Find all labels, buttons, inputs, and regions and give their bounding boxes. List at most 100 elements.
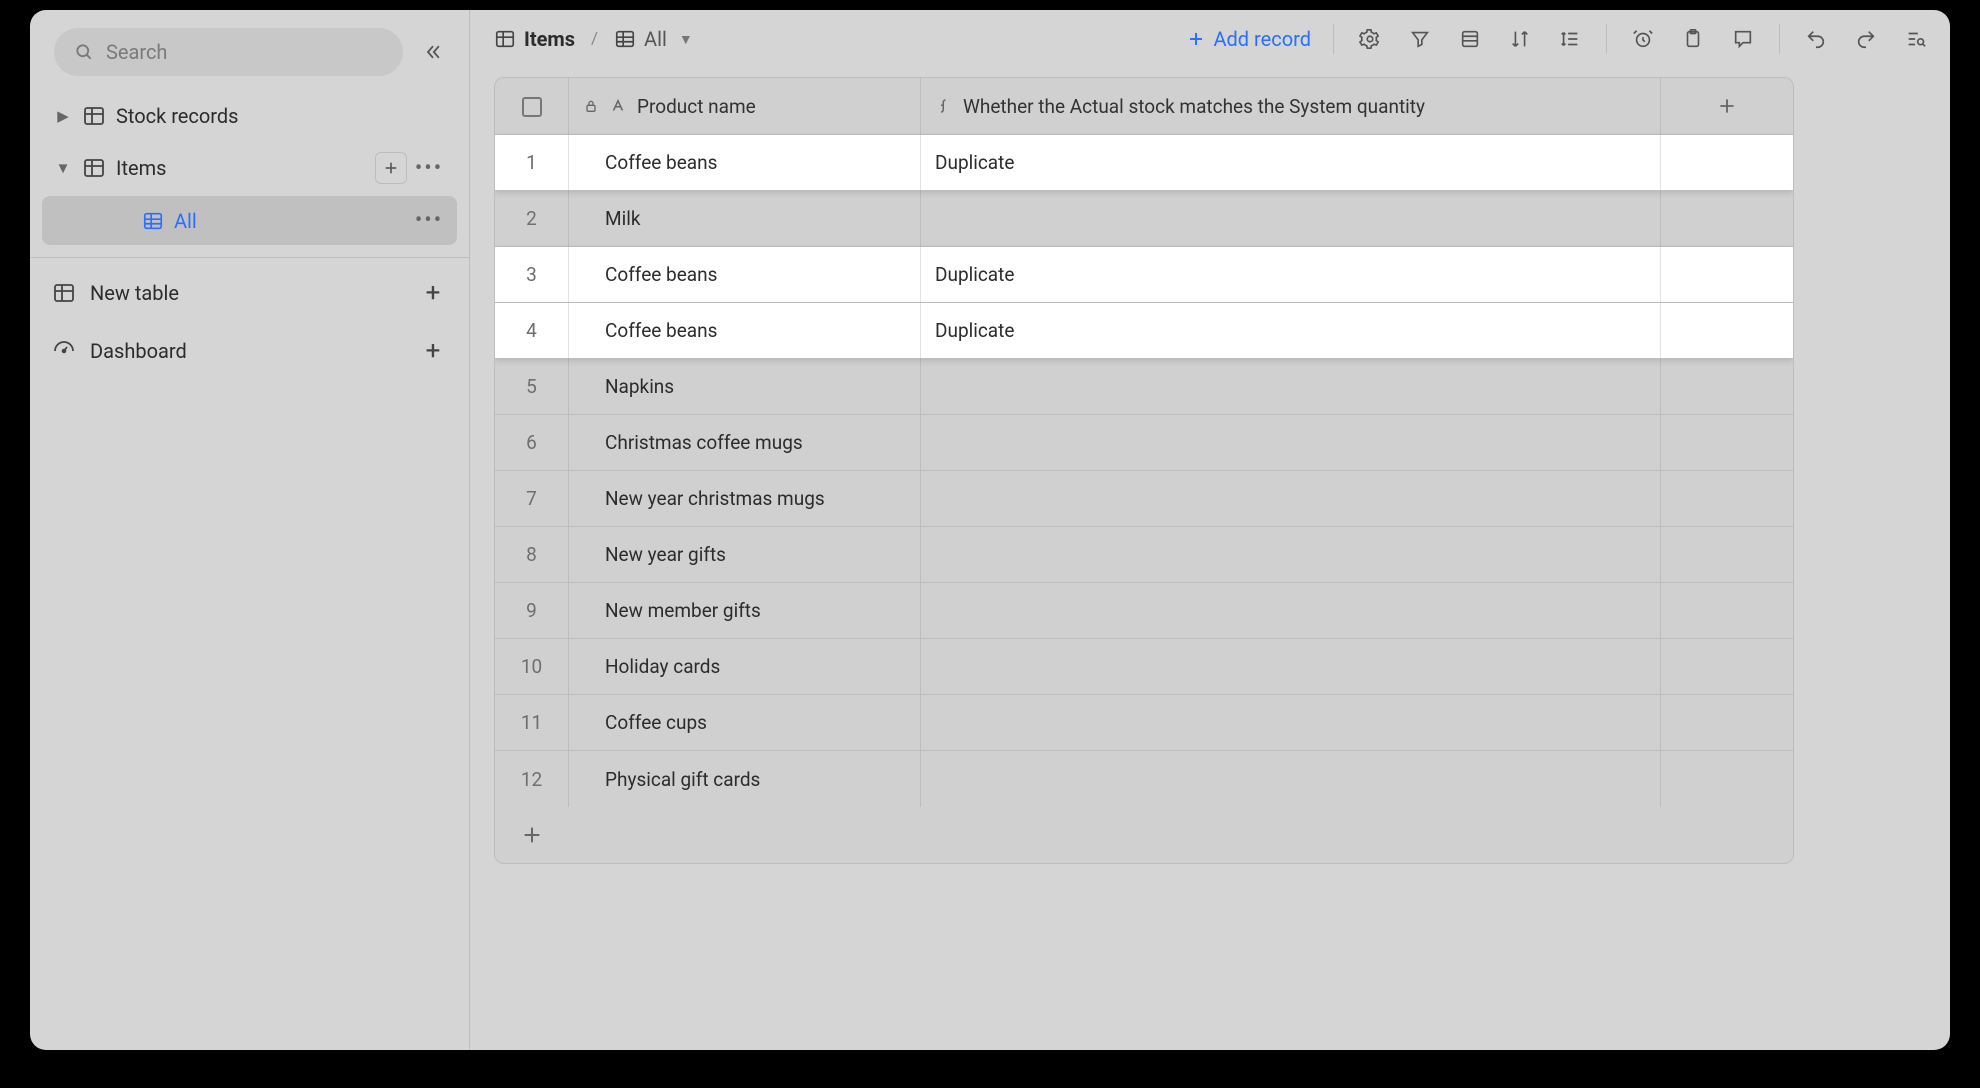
- table-row[interactable]: 9New member gifts: [495, 583, 1793, 639]
- cell-product-name[interactable]: Milk: [569, 191, 921, 246]
- table-row[interactable]: 4Coffee beansDuplicate: [495, 303, 1793, 359]
- cell-product-name[interactable]: Coffee beans: [569, 135, 921, 190]
- cell-stock-match[interactable]: [921, 751, 1661, 807]
- cell-empty: [1661, 695, 1793, 750]
- breadcrumb-view-label: All: [644, 27, 667, 51]
- cell-product-name[interactable]: Coffee beans: [569, 247, 921, 302]
- cell-product-name[interactable]: Coffee cups: [569, 695, 921, 750]
- grid-header: Product name Whether the Actual stock ma…: [495, 78, 1793, 135]
- add-record-label: Add record: [1213, 27, 1311, 51]
- cell-product-name[interactable]: Napkins: [569, 359, 921, 414]
- breadcrumb-table[interactable]: Items: [494, 27, 575, 51]
- find-button[interactable]: [1902, 25, 1930, 53]
- chevron-down-icon: ▼: [54, 159, 72, 177]
- sidebar-item-items[interactable]: ▼ Items •••: [42, 140, 457, 196]
- cell-product-name[interactable]: Holiday cards: [569, 639, 921, 694]
- undo-button[interactable]: [1802, 25, 1830, 53]
- sidebar: Search ▶ Stock records ▼ Items: [30, 10, 470, 1050]
- row-number: 12: [495, 751, 569, 807]
- chevron-down-icon: ▼: [679, 31, 693, 48]
- clipboard-button[interactable]: [1679, 25, 1707, 53]
- formula-field-icon: [935, 97, 953, 115]
- reminder-button[interactable]: [1629, 25, 1657, 53]
- add-row-button[interactable]: [495, 807, 1793, 863]
- main-panel: Items / All ▼ Add record: [470, 10, 1950, 1050]
- cell-stock-match[interactable]: [921, 695, 1661, 750]
- column-header-stock-match[interactable]: Whether the Actual stock matches the Sys…: [921, 78, 1661, 134]
- table-row[interactable]: 5Napkins: [495, 359, 1793, 415]
- row-number: 5: [495, 359, 569, 414]
- app-window: Search ▶ Stock records ▼ Items: [30, 10, 1950, 1050]
- table-icon: [494, 28, 516, 50]
- row-number: 7: [495, 471, 569, 526]
- cell-stock-match[interactable]: Duplicate: [921, 247, 1661, 302]
- more-options-button[interactable]: •••: [413, 208, 445, 233]
- collapse-sidebar-button[interactable]: [413, 32, 453, 72]
- cell-stock-match[interactable]: [921, 359, 1661, 414]
- cell-stock-match[interactable]: [921, 639, 1661, 694]
- cell-stock-match[interactable]: [921, 191, 1661, 246]
- cell-empty: [1661, 583, 1793, 638]
- breadcrumb-view[interactable]: All ▼: [614, 27, 693, 51]
- plus-icon: +: [419, 336, 447, 366]
- cell-stock-match[interactable]: [921, 471, 1661, 526]
- cell-stock-match[interactable]: Duplicate: [921, 135, 1661, 190]
- cell-stock-match[interactable]: [921, 415, 1661, 470]
- table-row[interactable]: 10Holiday cards: [495, 639, 1793, 695]
- cell-product-name[interactable]: New year gifts: [569, 527, 921, 582]
- redo-button[interactable]: [1852, 25, 1880, 53]
- add-record-button[interactable]: Add record: [1187, 27, 1311, 51]
- grid-view-icon: [142, 210, 164, 232]
- settings-button[interactable]: [1356, 25, 1384, 53]
- checkbox-icon: [522, 97, 542, 117]
- sidebar-view-all[interactable]: All •••: [42, 196, 457, 245]
- cell-empty: [1661, 247, 1793, 302]
- column-header-product-name[interactable]: Product name: [569, 78, 921, 134]
- cell-product-name[interactable]: New member gifts: [569, 583, 921, 638]
- row-height-button[interactable]: [1556, 25, 1584, 53]
- table-row[interactable]: 7New year christmas mugs: [495, 471, 1793, 527]
- comment-button[interactable]: [1729, 25, 1757, 53]
- row-number: 4: [495, 303, 569, 358]
- table-row[interactable]: 6Christmas coffee mugs: [495, 415, 1793, 471]
- row-number: 8: [495, 527, 569, 582]
- cell-stock-match[interactable]: Duplicate: [921, 303, 1661, 358]
- cell-product-name[interactable]: Christmas coffee mugs: [569, 415, 921, 470]
- table-row[interactable]: 11Coffee cups: [495, 695, 1793, 751]
- more-options-button[interactable]: •••: [413, 156, 445, 181]
- sort-button[interactable]: [1506, 25, 1534, 53]
- cell-empty: [1661, 639, 1793, 694]
- filter-button[interactable]: [1406, 25, 1434, 53]
- cell-empty: [1661, 303, 1793, 358]
- table-row[interactable]: 1Coffee beansDuplicate: [495, 135, 1793, 191]
- row-number: 10: [495, 639, 569, 694]
- add-column-button[interactable]: [1661, 78, 1793, 134]
- table-row[interactable]: 3Coffee beansDuplicate: [495, 247, 1793, 303]
- cell-stock-match[interactable]: [921, 527, 1661, 582]
- sidebar-item-stock-records[interactable]: ▶ Stock records: [42, 92, 457, 140]
- breadcrumb-separator: /: [591, 29, 598, 49]
- chevron-right-icon: ▶: [54, 107, 72, 125]
- table-icon: [82, 104, 106, 128]
- cell-empty: [1661, 471, 1793, 526]
- sidebar-item-label: Items: [116, 156, 166, 180]
- row-number: 11: [495, 695, 569, 750]
- row-number: 2: [495, 191, 569, 246]
- cell-empty: [1661, 751, 1793, 807]
- toolbar: Items / All ▼ Add record: [470, 10, 1950, 69]
- dashboard-action[interactable]: Dashboard +: [30, 322, 469, 380]
- cell-product-name[interactable]: Coffee beans: [569, 303, 921, 358]
- add-view-button[interactable]: [375, 152, 407, 184]
- row-number: 1: [495, 135, 569, 190]
- select-all-cell[interactable]: [495, 78, 569, 134]
- cell-stock-match[interactable]: [921, 583, 1661, 638]
- row-number: 6: [495, 415, 569, 470]
- cell-product-name[interactable]: New year christmas mugs: [569, 471, 921, 526]
- table-row[interactable]: 2Milk: [495, 191, 1793, 247]
- new-table-action[interactable]: New table +: [30, 264, 469, 322]
- cell-product-name[interactable]: Physical gift cards: [569, 751, 921, 807]
- table-row[interactable]: 12Physical gift cards: [495, 751, 1793, 807]
- list-button[interactable]: [1456, 25, 1484, 53]
- search-input[interactable]: Search: [54, 28, 403, 76]
- table-row[interactable]: 8New year gifts: [495, 527, 1793, 583]
